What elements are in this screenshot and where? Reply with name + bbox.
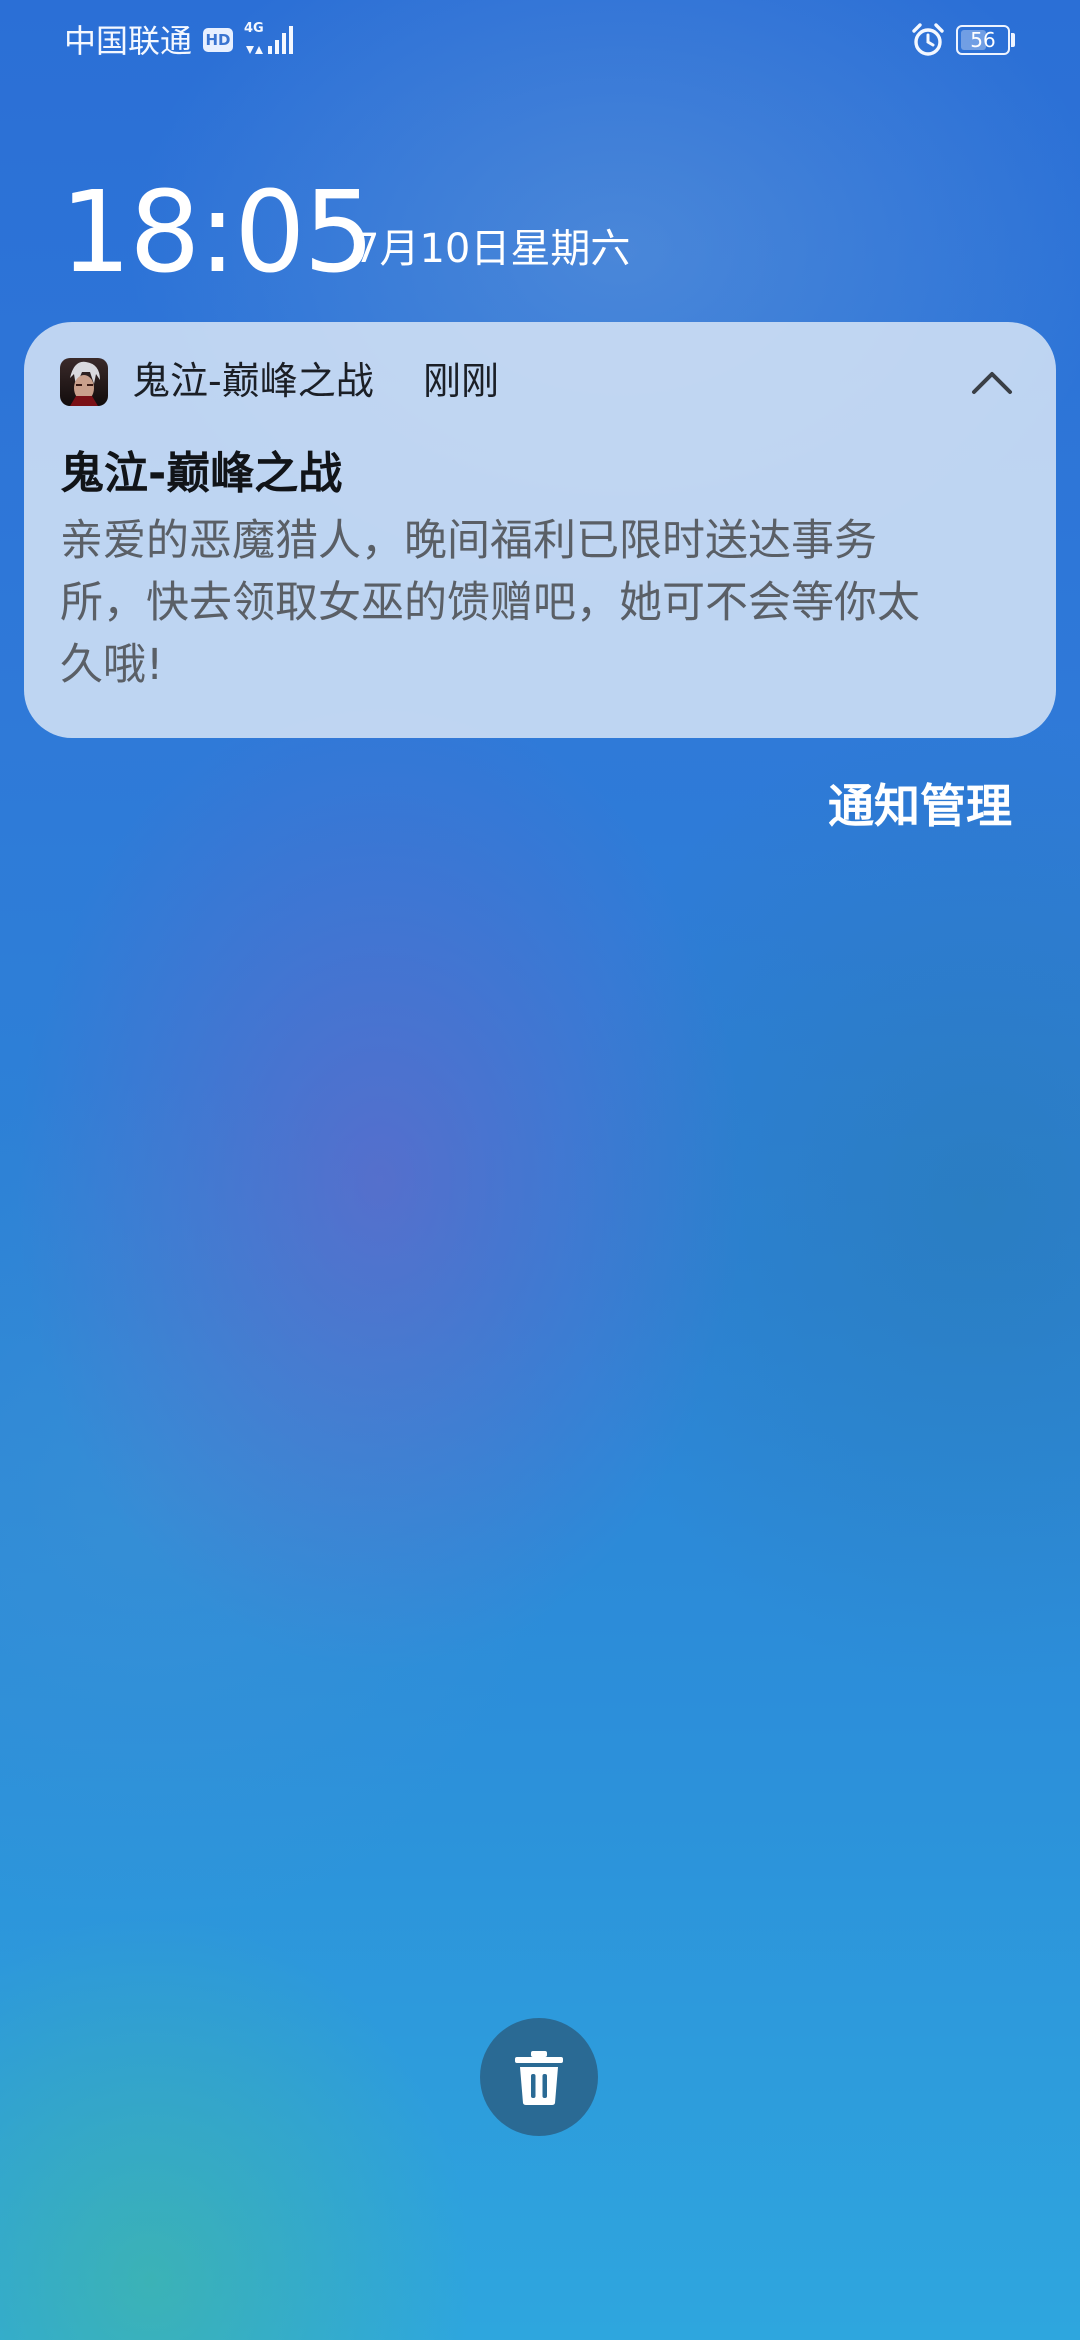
notification-app-name: 鬼泣-巅峰之战 xyxy=(132,359,374,403)
trash-icon xyxy=(515,2051,563,2105)
app-icon xyxy=(60,358,108,406)
clock-date: 7月10日星期六 xyxy=(354,226,631,272)
battery-tip xyxy=(1011,33,1015,47)
collapse-button[interactable] xyxy=(964,360,1020,404)
notification-card[interactable]: 鬼泣-巅峰之战 刚刚 鬼泣-巅峰之战 亲爱的恶魔猎人，晚间福利已限时送达事务 所… xyxy=(24,322,1056,738)
notification-body: 亲爱的恶魔猎人，晚间福利已限时送达事务 所，快去领取女巫的馈赠吧，她可不会等你太… xyxy=(60,516,920,690)
hd-icon: HD xyxy=(203,28,233,52)
signal-icon xyxy=(246,26,293,54)
status-bar: 中国联通 HD 4G 56 xyxy=(0,0,1080,80)
clock-time: 18:05 xyxy=(60,168,375,298)
alarm-icon xyxy=(912,23,944,56)
battery-icon: 56 xyxy=(956,25,1010,55)
carrier-name: 中国联通 xyxy=(64,22,193,60)
manage-notifications-button[interactable]: 通知管理 xyxy=(828,776,1012,836)
battery-level: 56 xyxy=(970,28,996,52)
notification-time: 刚刚 xyxy=(423,359,500,403)
notification-title: 鬼泣-巅峰之战 xyxy=(60,448,343,499)
chevron-up-icon xyxy=(972,372,1012,394)
clear-all-button[interactable] xyxy=(480,2018,598,2136)
